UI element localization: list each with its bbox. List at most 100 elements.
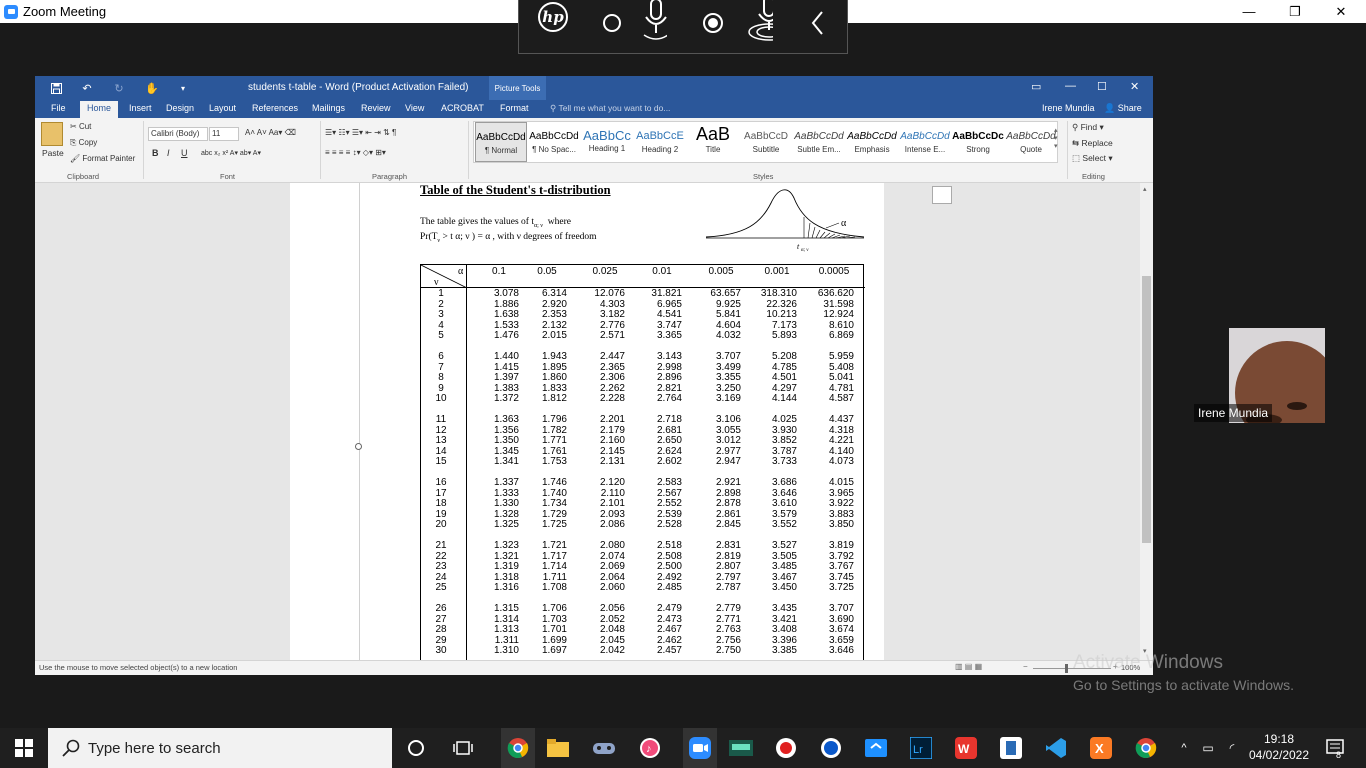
style-normal[interactable]: AaBbCcDd ¶ Normal bbox=[475, 122, 527, 162]
tab-insert[interactable]: Insert bbox=[129, 103, 152, 113]
customize-qat-icon[interactable]: ▾ bbox=[175, 80, 191, 96]
minimize-button[interactable]: — bbox=[1226, 0, 1272, 23]
circle-icon[interactable] bbox=[599, 10, 625, 36]
media-app-icon[interactable] bbox=[729, 736, 753, 760]
tell-me-search[interactable]: ⚲ Tell me what you want to do... bbox=[550, 103, 670, 114]
format-painter-button[interactable]: 🖌 Format Painter bbox=[70, 154, 135, 163]
paste-button-label[interactable]: Paste bbox=[42, 148, 64, 158]
t-value-cell: 3.499 bbox=[715, 361, 741, 373]
save-icon[interactable] bbox=[48, 80, 64, 96]
vscode-icon[interactable] bbox=[1044, 736, 1068, 760]
image-resize-handle[interactable] bbox=[355, 443, 362, 450]
app-bracket-icon[interactable] bbox=[999, 736, 1023, 760]
file-explorer-icon[interactable] bbox=[546, 736, 570, 760]
tab-file[interactable]: File bbox=[51, 103, 66, 113]
word-close-button[interactable]: ✕ bbox=[1130, 80, 1139, 93]
font-name-select[interactable]: Calibri (Body) bbox=[148, 127, 208, 141]
word-minimize-button[interactable]: — bbox=[1065, 80, 1076, 92]
hp-logo-icon[interactable]: hp bbox=[538, 2, 568, 32]
xampp-icon[interactable]: X bbox=[1089, 736, 1113, 760]
ribbon-display-options-icon[interactable]: ▭ bbox=[1031, 80, 1041, 93]
font-size-select[interactable]: 11 bbox=[209, 127, 239, 141]
layout-options-button[interactable] bbox=[932, 186, 952, 204]
style-strong[interactable]: AaBbCcDc Strong bbox=[952, 122, 1004, 162]
tab-layout[interactable]: Layout bbox=[209, 103, 236, 113]
chevron-left-icon[interactable] bbox=[805, 10, 831, 36]
t-value-cell: 1.372 bbox=[493, 393, 519, 404]
tab-view[interactable]: View bbox=[405, 103, 424, 113]
undo-icon[interactable]: ↶ bbox=[79, 80, 95, 96]
alignment-buttons[interactable]: ≡ ≡ ≡ ≡ ↕▾ ◇▾ ⊞▾ bbox=[325, 148, 386, 157]
recorder-icon[interactable] bbox=[774, 736, 798, 760]
df-cell: 20 bbox=[435, 519, 447, 530]
tab-home[interactable]: Home bbox=[80, 101, 119, 118]
record-icon[interactable] bbox=[700, 10, 726, 36]
tab-acrobat[interactable]: ACROBAT bbox=[441, 103, 484, 113]
windows-start-icon[interactable] bbox=[12, 736, 36, 760]
style-intense-emphasis[interactable]: AaBbCcDd Intense E... bbox=[899, 122, 951, 162]
wps-icon[interactable]: W bbox=[954, 736, 978, 760]
touch-mode-icon[interactable]: ✋ bbox=[144, 80, 160, 96]
list-buttons[interactable]: ☰▾ ☷▾ ☰▾ ⇤ ⇥ ⇅ ¶ bbox=[325, 128, 396, 137]
zoom-app-icon[interactable] bbox=[683, 728, 717, 768]
cortana-icon[interactable] bbox=[404, 736, 428, 760]
style-no-spacing[interactable]: AaBbCcDd ¶ No Spac... bbox=[528, 122, 580, 162]
share-button[interactable]: 👤 Share bbox=[1104, 103, 1142, 114]
chrome-icon[interactable] bbox=[501, 728, 535, 768]
task-view-icon[interactable] bbox=[451, 736, 475, 760]
microphone-icon[interactable] bbox=[641, 0, 667, 40]
show-hidden-icons[interactable]: ^ bbox=[1172, 736, 1196, 760]
share-app-icon[interactable] bbox=[864, 736, 888, 760]
tab-references[interactable]: References bbox=[252, 103, 298, 113]
cut-button[interactable]: ✂ Cut bbox=[70, 122, 91, 131]
font-effects-buttons[interactable]: abc x₂ x² A▾ ab▾ A▾ bbox=[201, 149, 261, 157]
style-emphasis[interactable]: AaBbCcDd Emphasis bbox=[846, 122, 898, 162]
mic-noise-icon[interactable] bbox=[747, 0, 773, 41]
taskbar-clock[interactable]: 19:18 04/02/2022 bbox=[1248, 731, 1310, 763]
account-name[interactable]: Irene Mundia bbox=[1042, 103, 1095, 113]
close-button[interactable]: ✕ bbox=[1318, 0, 1364, 23]
select-button[interactable]: ⬚ Select ▾ bbox=[1072, 153, 1113, 164]
taskbar-search-box[interactable]: Type here to search bbox=[48, 728, 392, 768]
scrollbar-thumb[interactable] bbox=[1142, 276, 1151, 543]
italic-button[interactable]: I bbox=[167, 148, 170, 158]
tab-design[interactable]: Design bbox=[166, 103, 194, 113]
app-blue-icon[interactable] bbox=[819, 736, 843, 760]
chrome-alt-icon[interactable] bbox=[1134, 736, 1158, 760]
style-subtitle[interactable]: AaBbCcD Subtitle bbox=[740, 122, 792, 162]
tab-review[interactable]: Review bbox=[361, 103, 391, 113]
replace-button[interactable]: ⇆ Replace bbox=[1072, 138, 1113, 149]
network-icon[interactable]: ◜ bbox=[1220, 736, 1244, 760]
lightroom-icon[interactable]: Lr bbox=[909, 736, 933, 760]
vertical-scrollbar[interactable]: ▴ ▾ bbox=[1140, 183, 1153, 660]
style-title[interactable]: AaB Title bbox=[687, 122, 739, 162]
style-subtle-emphasis[interactable]: AaBbCcDd Subtle Em... bbox=[793, 122, 845, 162]
curve-alpha-label: α bbox=[841, 218, 847, 229]
restore-button[interactable]: ❐ bbox=[1272, 0, 1318, 23]
t-value-cell: 2.567 bbox=[656, 487, 682, 499]
redo-icon[interactable]: ↻ bbox=[111, 80, 127, 96]
zoom-out-button[interactable]: − bbox=[1023, 662, 1028, 671]
df-cell: 1 bbox=[438, 288, 444, 299]
battery-icon[interactable]: ▭ bbox=[1196, 736, 1220, 760]
bold-button[interactable]: B bbox=[152, 148, 159, 158]
t-value-cell: 9.925 bbox=[715, 298, 741, 310]
style-heading-1[interactable]: AaBbCc Heading 1 bbox=[581, 122, 633, 162]
find-button[interactable]: ⚲ Find ▾ bbox=[1072, 122, 1104, 133]
t-value-cell: 2.947 bbox=[715, 456, 741, 467]
underline-button[interactable]: U bbox=[181, 148, 188, 158]
paste-icon[interactable] bbox=[41, 122, 63, 146]
games-icon[interactable] bbox=[592, 736, 616, 760]
zoom-slider-thumb[interactable] bbox=[1065, 664, 1068, 673]
font-grow-shrink-buttons[interactable]: A˄ A˅ Aa▾ ⌫ bbox=[245, 128, 296, 137]
scroll-up-arrow[interactable]: ▴ bbox=[1143, 185, 1147, 193]
view-buttons[interactable]: ▥ ▤ ▦ bbox=[955, 662, 982, 671]
styles-scroll-arrows[interactable]: ▴ ▾ ▾ bbox=[1054, 126, 1058, 150]
itunes-icon[interactable]: ♪ bbox=[638, 736, 662, 760]
tab-format[interactable]: Format bbox=[500, 103, 529, 113]
word-maximize-button[interactable]: ☐ bbox=[1097, 80, 1107, 93]
tab-mailings[interactable]: Mailings bbox=[312, 103, 345, 113]
style-quote[interactable]: AaBbCcDd Quote bbox=[1005, 122, 1057, 162]
copy-button[interactable]: ⎘ Copy bbox=[70, 138, 97, 148]
style-heading-2[interactable]: AaBbCcE Heading 2 bbox=[634, 122, 686, 162]
